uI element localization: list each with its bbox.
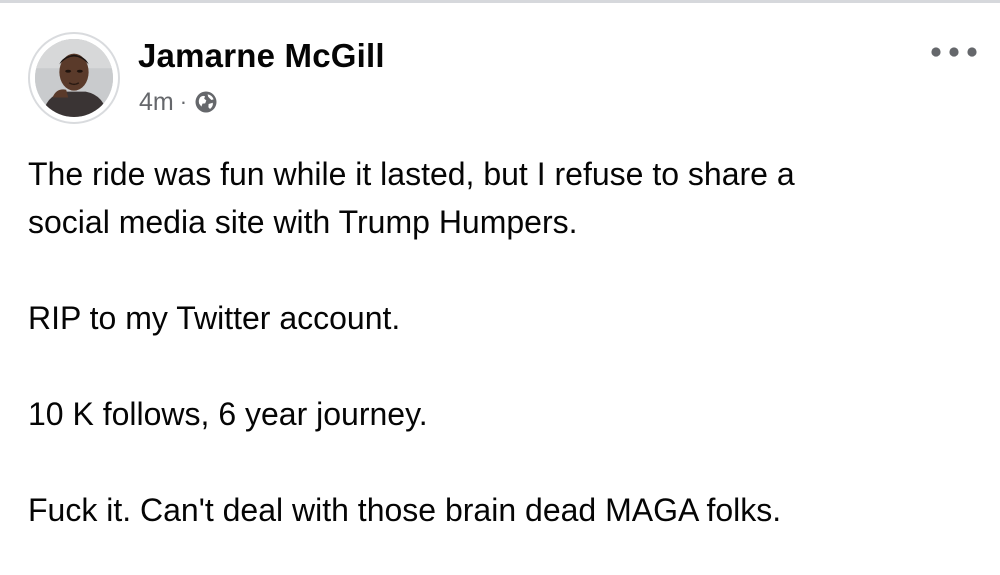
author-name[interactable]: Jamarne McGill bbox=[138, 37, 385, 75]
post-line: Fuck it. Can't deal with those brain dea… bbox=[28, 492, 782, 528]
post-line: social media site with Trump Humpers. bbox=[28, 204, 578, 240]
post-meta: 4m · bbox=[139, 87, 218, 117]
avatar[interactable] bbox=[28, 32, 120, 124]
meta-separator: · bbox=[179, 89, 188, 114]
post-line: RIP to my Twitter account. bbox=[28, 300, 401, 336]
profile-photo-image bbox=[35, 39, 113, 117]
post-timestamp[interactable]: 4m bbox=[139, 88, 174, 117]
profile-photo bbox=[35, 39, 113, 117]
post-line: The ride was fun while it lasted, but I … bbox=[28, 156, 795, 192]
globe-icon[interactable] bbox=[194, 90, 218, 114]
post-line: 10 K follows, 6 year journey. bbox=[28, 396, 428, 432]
facebook-post: Jamarne McGill 4m · The ride was fun whi… bbox=[0, 3, 1000, 575]
post-body: The ride was fun while it lasted, but I … bbox=[28, 150, 978, 534]
more-horizontal-icon bbox=[931, 47, 977, 57]
more-options-button[interactable] bbox=[926, 35, 982, 69]
